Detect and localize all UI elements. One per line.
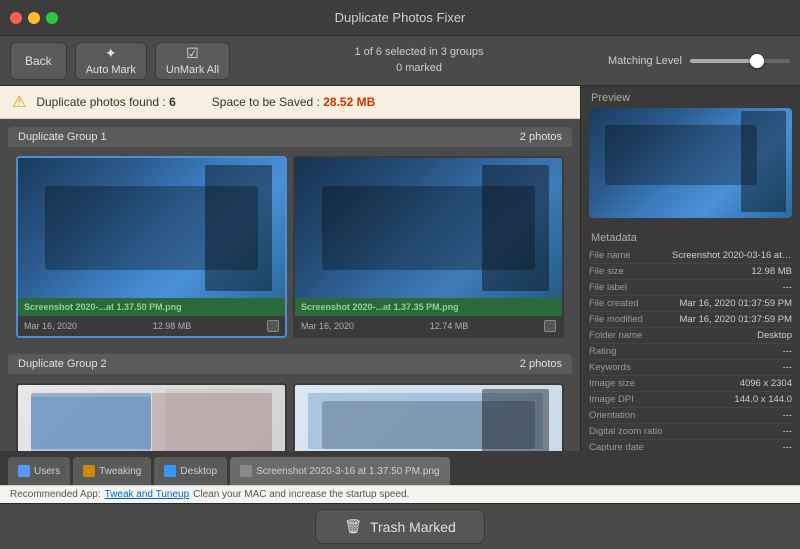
meta-foldername: Folder name Desktop (589, 328, 792, 344)
tweaking-icon (83, 465, 95, 477)
unmark-all-button[interactable]: ☑ UnMark All (155, 42, 230, 80)
right-panel: Preview Metadata File name Screenshot 20… (580, 86, 800, 451)
group-1-body: Screenshot 2020-...at 1.37.50 PM.png Mar… (8, 148, 572, 346)
meta-filemodified: File modified Mar 16, 2020 01:37:59 PM (589, 312, 792, 328)
group-2-body: Logo Cleaner System Cleaner (8, 375, 572, 451)
minimize-button[interactable] (28, 12, 40, 24)
photo-info-1-1: Screenshot 2020-...at 1.37.50 PM.png (18, 298, 285, 316)
back-button[interactable]: Back (10, 42, 67, 80)
window-title: Duplicate Photos Fixer (335, 10, 466, 25)
metadata-title: Metadata (581, 226, 800, 248)
desktop-icon (164, 465, 176, 477)
screenshot-icon (240, 465, 252, 477)
main-content: ⚠ Duplicate photos found : 6 Space to be… (0, 86, 800, 451)
space-label: Space to be Saved : 28.52 MB (212, 95, 375, 109)
photo-info-1-2: Screenshot 2020-...at 1.37.35 PM.png (295, 298, 562, 316)
selection-info: 1 of 6 selected in 3 groups 0 marked (238, 45, 600, 76)
bottom-bar: Users Tweaking Desktop Screenshot 2020-3… (0, 451, 800, 549)
photo-meta-1-1: Mar 16, 2020 12.98 MB (18, 316, 285, 336)
meta-filesize: File size 12.98 MB (589, 264, 792, 280)
action-row: 🗑 Trash Marked (0, 503, 800, 549)
photo-checkbox-1-2[interactable] (544, 320, 556, 332)
meta-imagesize: Image size 4096 x 2304 (589, 376, 792, 392)
matching-level-container: Matching Level (608, 55, 790, 67)
recommended-app-link[interactable]: Tweak and Tuneup (105, 489, 190, 500)
meta-rating: Rating --- (589, 344, 792, 360)
meta-keywords: Keywords --- (589, 360, 792, 376)
meta-imagedpi: Image DPI 144.0 x 144.0 (589, 392, 792, 408)
scroll-area[interactable]: Duplicate Group 1 2 photos Screenshot 20… (0, 119, 580, 451)
toolbar: Back ✦ Auto Mark ☑ UnMark All 1 of 6 sel… (0, 36, 800, 86)
photo-checkbox-1-1[interactable] (267, 320, 279, 332)
preview-area (589, 108, 792, 218)
photo-thumb-1-2 (295, 158, 562, 298)
photo-thumb-2-2 (295, 385, 562, 451)
meta-filecreated: File created Mar 16, 2020 01:37:59 PM (589, 296, 792, 312)
meta-filelabel: File label --- (589, 280, 792, 296)
left-panel: ⚠ Duplicate photos found : 6 Space to be… (0, 86, 580, 451)
auto-mark-button[interactable]: ✦ Auto Mark (75, 42, 147, 80)
photo-card-2-1[interactable]: Logo Cleaner (16, 383, 287, 451)
traffic-lights (10, 12, 58, 24)
meta-orientation: Orientation --- (589, 408, 792, 424)
meta-digitalzoom: Digital zoom ratio --- (589, 424, 792, 440)
meta-capturedate: Capture date --- (589, 440, 792, 451)
group-2-header: Duplicate Group 2 2 photos (8, 354, 572, 374)
warning-icon: ⚠ (12, 92, 26, 112)
photo-card-1-1[interactable]: Screenshot 2020-...at 1.37.50 PM.png Mar… (16, 156, 287, 338)
duplicate-label: Duplicate photos found : 6 (36, 95, 175, 109)
recommended-row: Recommended App: Tweak and Tuneup Clean … (0, 485, 800, 503)
info-bar: ⚠ Duplicate photos found : 6 Space to be… (0, 86, 580, 119)
trash-icon: 🗑 (344, 518, 362, 535)
title-bar: Duplicate Photos Fixer (0, 0, 800, 36)
photo-card-1-2[interactable]: Screenshot 2020-...at 1.37.35 PM.png Mar… (293, 156, 564, 338)
auto-mark-icon: ✦ (105, 45, 117, 62)
fullscreen-button[interactable] (46, 12, 58, 24)
users-icon (18, 465, 30, 477)
tab-screenshot[interactable]: Screenshot 2020-3-16 at 1.37.50 PM.png (230, 457, 449, 485)
slider-thumb[interactable] (750, 54, 764, 68)
preview-title: Preview (581, 86, 800, 108)
photo-card-2-2[interactable]: System Cleaner (293, 383, 564, 451)
tab-desktop[interactable]: Desktop (154, 457, 227, 485)
matching-level-slider[interactable] (690, 59, 790, 63)
photo-thumb-2-1 (18, 385, 285, 451)
trash-marked-button[interactable]: 🗑 Trash Marked (315, 509, 485, 544)
close-button[interactable] (10, 12, 22, 24)
unmark-icon: ☑ (186, 45, 199, 62)
meta-filename: File name Screenshot 2020-03-16 at 1... (589, 248, 792, 264)
bottom-tabs-row: Users Tweaking Desktop Screenshot 2020-3… (0, 451, 800, 485)
metadata-section: File name Screenshot 2020-03-16 at 1... … (581, 248, 800, 451)
tab-users[interactable]: Users (8, 457, 70, 485)
tab-tweaking[interactable]: Tweaking (73, 457, 151, 485)
group-1-header: Duplicate Group 1 2 photos (8, 127, 572, 147)
preview-image (589, 108, 792, 218)
photo-meta-1-2: Mar 16, 2020 12.74 MB (295, 316, 562, 336)
photo-thumb-1-1 (18, 158, 285, 298)
